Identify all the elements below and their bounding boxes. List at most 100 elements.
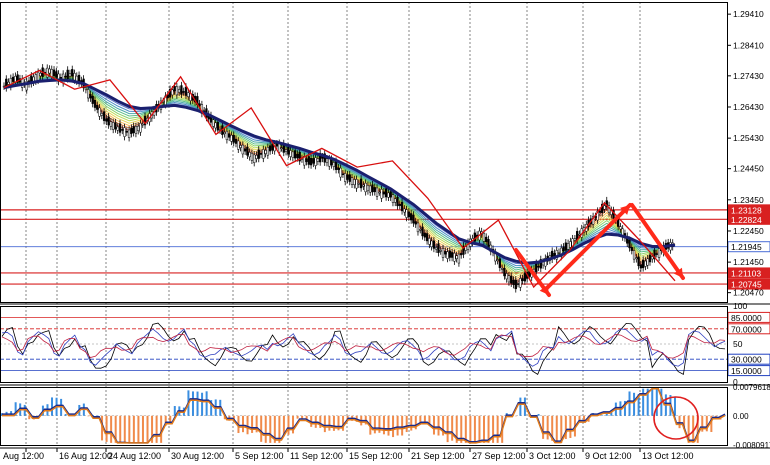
price-bar-body bbox=[498, 258, 502, 268]
price-bar-body bbox=[382, 191, 386, 195]
price-bar-body bbox=[123, 127, 126, 137]
price-bar-body bbox=[296, 153, 299, 159]
price-bar-body bbox=[439, 250, 442, 252]
price-bar-body bbox=[371, 184, 374, 193]
moving-average-ribbon bbox=[3, 70, 676, 284]
price-bar-body bbox=[232, 134, 235, 143]
y-tick-label: 1.29410 bbox=[733, 9, 764, 19]
highlight-circle bbox=[653, 396, 699, 440]
price-bar-body bbox=[409, 213, 413, 221]
histogram-bar bbox=[382, 415, 385, 435]
histogram-y-label: -0.0080917 bbox=[733, 441, 770, 450]
highlight-ellipse bbox=[653, 396, 699, 440]
histogram-bar bbox=[642, 388, 645, 416]
price-bar-body bbox=[237, 140, 240, 150]
price-bar-body bbox=[428, 238, 431, 245]
price-bar-body bbox=[293, 150, 297, 159]
price-bar-body bbox=[348, 174, 351, 182]
histogram-bar bbox=[173, 406, 176, 416]
price-bar-body bbox=[116, 126, 119, 131]
price-bar-body bbox=[496, 259, 499, 261]
price-bar-body bbox=[384, 188, 388, 198]
price-bar-body bbox=[403, 208, 406, 213]
price-bar-body bbox=[71, 69, 74, 77]
histogram-bar bbox=[28, 415, 31, 420]
price-bar-body bbox=[378, 191, 381, 194]
price-bar-body bbox=[369, 185, 372, 193]
price-bar-body bbox=[637, 256, 640, 267]
price-bar-body bbox=[357, 183, 360, 185]
price-bar-body bbox=[223, 132, 226, 135]
x-tick-label: 9 Oct 12:00 bbox=[585, 451, 632, 461]
x-tick-label: 27 Sep 12:00 bbox=[472, 451, 526, 461]
histogram-bar bbox=[196, 391, 199, 416]
histogram-bar bbox=[678, 415, 681, 429]
histogram-bar bbox=[155, 415, 158, 443]
price-bar-body bbox=[309, 157, 313, 166]
histogram-bar bbox=[141, 415, 144, 443]
price-bar-body bbox=[93, 99, 97, 108]
price-bar-body bbox=[246, 146, 249, 156]
price-bar-body bbox=[657, 248, 661, 258]
price-bar-body bbox=[253, 154, 256, 163]
price-bar-body bbox=[503, 267, 506, 277]
price-bar-body bbox=[521, 278, 524, 281]
price-bar-body bbox=[73, 73, 76, 81]
price-bar-body bbox=[212, 119, 215, 127]
histogram-bar bbox=[242, 415, 244, 433]
price-bar-body bbox=[430, 240, 433, 248]
price-bar-body bbox=[248, 152, 251, 158]
price-bar-body bbox=[264, 150, 267, 154]
price-bar-body bbox=[510, 275, 513, 284]
price-bar-body bbox=[257, 149, 260, 159]
histogram-bar bbox=[201, 392, 204, 416]
histogram-bar bbox=[64, 414, 67, 416]
histogram-bar bbox=[205, 391, 208, 416]
oscillator-level-label: 70.0000 bbox=[731, 324, 762, 334]
x-tick-label: 16 Aug 12:00 bbox=[59, 451, 112, 461]
price-bar-body bbox=[421, 226, 424, 237]
histogram-bar bbox=[119, 415, 122, 443]
price-bar-body bbox=[132, 126, 135, 133]
price-bar-body bbox=[87, 89, 90, 99]
price-bars bbox=[2, 64, 674, 293]
price-bar-body bbox=[268, 145, 272, 152]
price-bar-body bbox=[98, 107, 101, 117]
y-tick-label: 1.24450 bbox=[733, 164, 764, 174]
histogram-bar bbox=[655, 388, 658, 416]
price-bar-body bbox=[289, 150, 292, 157]
price-bar-body bbox=[639, 264, 643, 269]
price-bar-body bbox=[535, 263, 538, 273]
histogram-bar bbox=[651, 388, 654, 416]
price-bar-body bbox=[387, 192, 390, 198]
histogram-bar bbox=[51, 397, 54, 416]
price-bar-body bbox=[455, 255, 458, 259]
price-bar-body bbox=[500, 267, 504, 270]
price-bar-body bbox=[512, 279, 515, 285]
price-bar-body bbox=[36, 71, 40, 81]
price-bar-body bbox=[39, 73, 42, 77]
y-tick-label: 1.26430 bbox=[733, 102, 764, 112]
panel-frame bbox=[0, 306, 728, 383]
price-bar-body bbox=[182, 91, 185, 93]
price-bar-body bbox=[291, 151, 295, 158]
histogram-bar bbox=[483, 415, 485, 443]
price-bar-body bbox=[366, 185, 370, 192]
vertical-grid bbox=[25, 2, 641, 445]
price-bar-body bbox=[355, 179, 358, 189]
price-level-label: 1.22824 bbox=[731, 215, 762, 225]
oscillator-panel: 85.000070.0000 30.000015.0000 bbox=[0, 311, 770, 377]
price-bar-body bbox=[100, 113, 103, 116]
price-bar-body bbox=[619, 226, 622, 230]
price-bar-body bbox=[380, 189, 383, 199]
price-level-label: 1.21103 bbox=[731, 268, 761, 278]
price-bar-body bbox=[573, 238, 577, 241]
price-bar-body bbox=[307, 156, 310, 165]
price-bar-body bbox=[230, 134, 233, 142]
price-bar-body bbox=[332, 162, 335, 167]
histogram-bar bbox=[633, 392, 636, 416]
price-bar-body bbox=[444, 251, 447, 255]
histogram-bar bbox=[96, 415, 99, 416]
oscillator-line bbox=[1, 333, 726, 359]
price-bar-body bbox=[66, 69, 69, 80]
